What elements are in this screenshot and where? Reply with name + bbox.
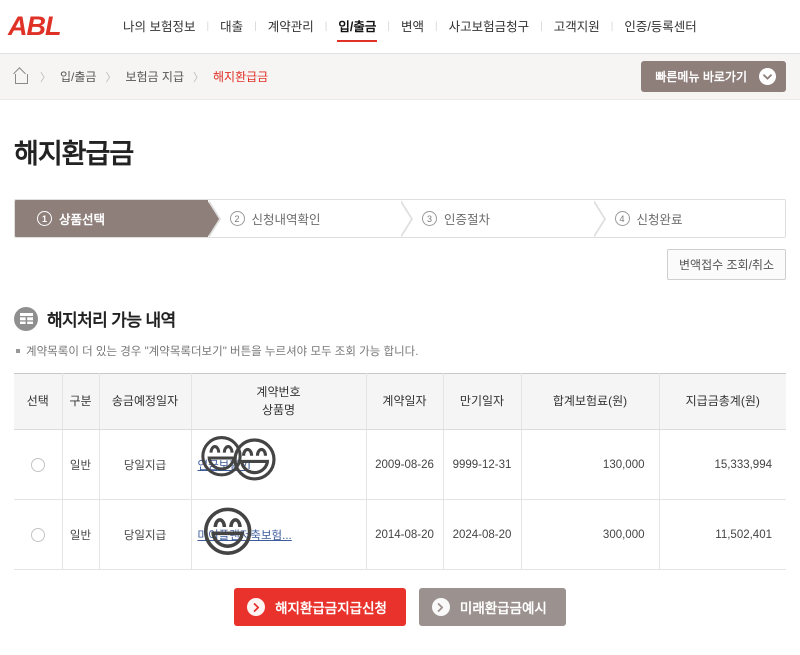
nav-item-loan[interactable]: 대출 — [209, 14, 254, 40]
breadcrumb-item-deposit[interactable]: 입/출금 — [60, 68, 96, 85]
step-number: 1 — [37, 211, 52, 226]
step-number: 4 — [614, 211, 630, 226]
column-header-contract-date: 계약일자 — [366, 373, 444, 430]
quick-menu-button[interactable]: 빠른메뉴 바로가기 — [641, 61, 786, 92]
breadcrumb-separator: 〉 — [105, 71, 117, 84]
row-product-link[interactable]: 연금보험VI — [198, 460, 251, 472]
step-1-product-select[interactable]: 1 상품선택 — [15, 200, 220, 237]
breadcrumb-item-payout[interactable]: 보험금 지급 — [125, 68, 184, 85]
action-button-row: 해지환급금지급신청 미래환급금예시 — [0, 570, 800, 626]
row-maturity-date: 9999-12-31 — [443, 429, 522, 500]
breadcrumb-bar: 〉 입/출금 〉 보험금 지급 〉 해지환급금 빠른메뉴 바로가기 — [0, 54, 800, 100]
row-select-cell — [14, 429, 63, 500]
row-contract-date: 2014-08-20 — [366, 499, 444, 570]
sub-action-bar: 변액접수 조회/취소 — [0, 238, 800, 280]
section-title: 해지처리 가능 내역 — [47, 311, 176, 330]
emoji-sticker-overlay: 😄 — [197, 431, 246, 483]
chevron-down-icon — [759, 68, 776, 85]
section-notice: 계약목록이 더 있는 경우 "계약목록더보기" 버튼을 누르셔야 모두 조회 가… — [0, 331, 800, 359]
abl-logo[interactable]: ABL — [0, 11, 112, 42]
table-header: 선택 구분 송금예정일자 계약번호 상품명 계약일자 만기일자 합계보험료(원)… — [14, 373, 786, 430]
row-maturity-date: 2024-08-20 — [443, 499, 522, 570]
step-number: 2 — [229, 211, 245, 226]
nav-item-claim[interactable]: 사고보험금청구 — [438, 14, 541, 40]
table-row[interactable]: 일반 당일지급 연금보험VI 😄 😄 2009-08-26 9999-12-31… — [14, 429, 786, 500]
contracts-table-wrap: 선택 구분 송금예정일자 계약번호 상품명 계약일자 만기일자 합계보험료(원)… — [0, 359, 800, 570]
step-4-complete[interactable]: 4 신청완료 — [592, 200, 785, 237]
step-number: 3 — [422, 211, 437, 226]
step-label: 상품선택 — [59, 213, 106, 227]
radio-unchecked-icon[interactable] — [30, 457, 45, 472]
row-total-premium: 130,000 — [521, 429, 660, 500]
breadcrumb-item-current: 해지환급금 — [213, 70, 269, 84]
nav-item-auth-center[interactable]: 인증/등록센터 — [613, 14, 707, 40]
bullet-icon — [16, 349, 20, 353]
step-indicator-wrap: 1 상품선택 2 신청내역확인 3 인증절차 4 신청완료 — [0, 171, 800, 238]
row-payout-total: 11,502,401 — [659, 499, 786, 570]
arrow-right-circle-icon — [247, 598, 266, 616]
column-header-total-premium: 합계보험료(원) — [521, 373, 660, 430]
future-refund-example-label: 미래환급금예시 — [459, 601, 547, 616]
column-header-select: 선택 — [14, 373, 63, 430]
arrow-right-circle-icon — [431, 598, 450, 616]
row-payout-total: 15,333,994 — [659, 429, 786, 500]
variable-inquiry-cancel-button[interactable]: 변액접수 조회/취소 — [667, 249, 786, 280]
step-indicator: 1 상품선택 2 신청내역확인 3 인증절차 4 신청완료 — [14, 199, 786, 238]
column-header-contract-no: 계약번호 — [256, 385, 301, 400]
column-header-maturity-date: 만기일자 — [443, 373, 522, 430]
step-label: 신청내역확인 — [251, 213, 321, 227]
step-2-confirm-details[interactable]: 2 신청내역확인 — [207, 200, 413, 237]
quick-menu-label: 빠른메뉴 바로가기 — [655, 70, 747, 84]
row-select-cell — [14, 499, 63, 570]
radio-unchecked-icon[interactable] — [30, 527, 45, 542]
site-header: ABL 나의 보험정보 | 대출 | 계약관리 | 입/출금 | 변액 | 사고… — [0, 0, 800, 54]
table-body: 일반 당일지급 연금보험VI 😄 😄 2009-08-26 9999-12-31… — [14, 429, 786, 570]
row-remit-date: 당일지급 — [99, 499, 192, 570]
column-header-remit-date: 송금예정일자 — [99, 373, 192, 430]
row-product-link[interactable]: 마이플랜저축보험... — [198, 530, 292, 542]
row-contract-date: 2009-08-26 — [366, 429, 444, 500]
breadcrumb: 〉 입/출금 〉 보험금 지급 〉 해지환급금 — [14, 68, 268, 85]
row-product-cell: 연금보험VI 😄 😄 — [191, 429, 367, 500]
nav-item-deposit-withdrawal[interactable]: 입/출금 — [327, 14, 387, 42]
column-header-contract-product: 계약번호 상품명 — [191, 373, 367, 430]
nav-item-contract-management[interactable]: 계약관리 — [257, 14, 325, 40]
future-refund-example-button[interactable]: 미래환급금예시 — [418, 588, 566, 626]
row-remit-date: 당일지급 — [99, 429, 192, 500]
step-label: 인증절차 — [444, 213, 491, 227]
table-row[interactable]: 일반 당일지급 마이플랜저축보험... 😄 2014-08-20 2024-08… — [14, 499, 786, 570]
row-total-premium: 300,000 — [521, 499, 660, 570]
breadcrumb-separator: 〉 — [193, 71, 205, 84]
table-list-icon — [14, 306, 38, 331]
step-label: 신청완료 — [636, 213, 683, 227]
column-header-payout-total: 지급금총계(원) — [659, 373, 786, 430]
row-type: 일반 — [62, 499, 100, 570]
page-title: 해지환급금 — [14, 139, 134, 169]
nav-item-variable[interactable]: 변액 — [390, 14, 435, 40]
nav-item-my-insurance[interactable]: 나의 보험정보 — [112, 14, 206, 40]
global-navigation: 나의 보험정보 | 대출 | 계약관리 | 입/출금 | 변액 | 사고보험금청… — [112, 14, 708, 42]
row-type: 일반 — [62, 429, 100, 500]
nav-item-customer-support[interactable]: 고객지원 — [543, 14, 611, 40]
apply-surrender-refund-button[interactable]: 해지환급금지급신청 — [234, 588, 406, 626]
contracts-table: 선택 구분 송금예정일자 계약번호 상품명 계약일자 만기일자 합계보험료(원)… — [14, 373, 786, 570]
home-icon[interactable] — [14, 70, 29, 84]
breadcrumb-separator: 〉 — [40, 71, 51, 84]
apply-surrender-refund-label: 해지환급금지급신청 — [275, 601, 387, 616]
column-header-type: 구분 — [62, 373, 100, 430]
step-3-authentication[interactable]: 3 인증절차 — [400, 200, 605, 237]
table-header-row: 선택 구분 송금예정일자 계약번호 상품명 계약일자 만기일자 합계보험료(원)… — [14, 373, 786, 430]
section-header: 해지처리 가능 내역 — [0, 280, 800, 331]
section-notice-text: 계약목록이 더 있는 경우 "계약목록더보기" 버튼을 누르셔야 모두 조회 가… — [26, 346, 419, 358]
column-header-product-name: 상품명 — [261, 402, 296, 417]
row-product-cell: 마이플랜저축보험... 😄 — [191, 499, 367, 570]
